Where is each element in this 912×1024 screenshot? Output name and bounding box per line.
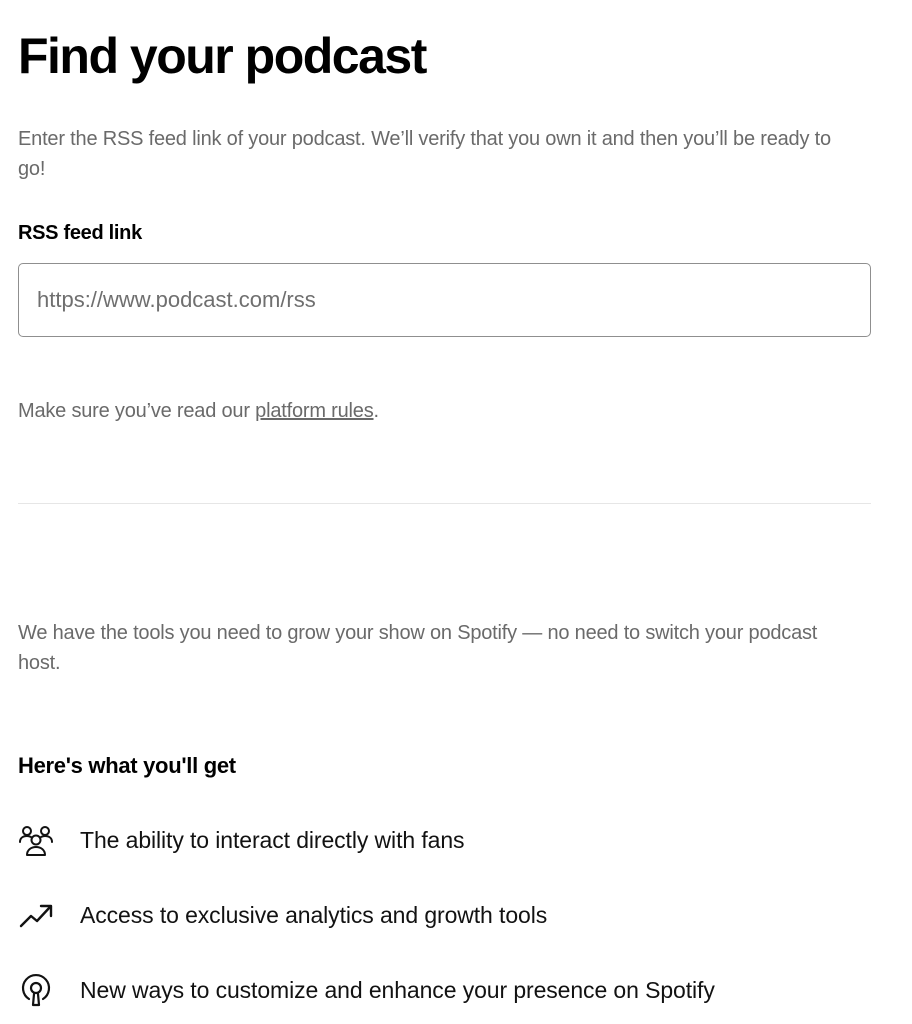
rss-field-label: RSS feed link xyxy=(18,222,142,244)
intro-text: Enter the RSS feed link of your podcast.… xyxy=(18,128,831,180)
benefit-item: New ways to customize and enhance your p… xyxy=(18,970,715,1010)
rules-suffix: . xyxy=(373,400,380,422)
benefits-title: Here's what you'll get xyxy=(18,753,236,778)
benefit-item: Access to exclusive analytics and growth… xyxy=(18,895,547,935)
tools-text: We have the tools you need to grow your … xyxy=(18,622,818,674)
rules-prefix: Make sure you’ve read our xyxy=(18,400,256,422)
divider xyxy=(18,503,871,504)
platform-rules-note: Make sure you’ve read our platform rules… xyxy=(18,400,379,423)
fans-icon xyxy=(18,822,54,858)
platform-rules-link[interactable]: platform rules xyxy=(255,400,374,422)
benefit-item: The ability to interact directly with fa… xyxy=(18,820,465,860)
benefit-label: The ability to interact directly with fa… xyxy=(80,826,465,853)
rss-feed-input[interactable] xyxy=(18,263,871,337)
benefit-label: Access to exclusive analytics and growth… xyxy=(80,901,548,928)
benefit-label: New ways to customize and enhance your p… xyxy=(80,976,715,1003)
page-title: Find your podcast xyxy=(18,28,427,84)
trending-up-icon xyxy=(18,897,54,933)
podcast-icon xyxy=(18,972,54,1008)
